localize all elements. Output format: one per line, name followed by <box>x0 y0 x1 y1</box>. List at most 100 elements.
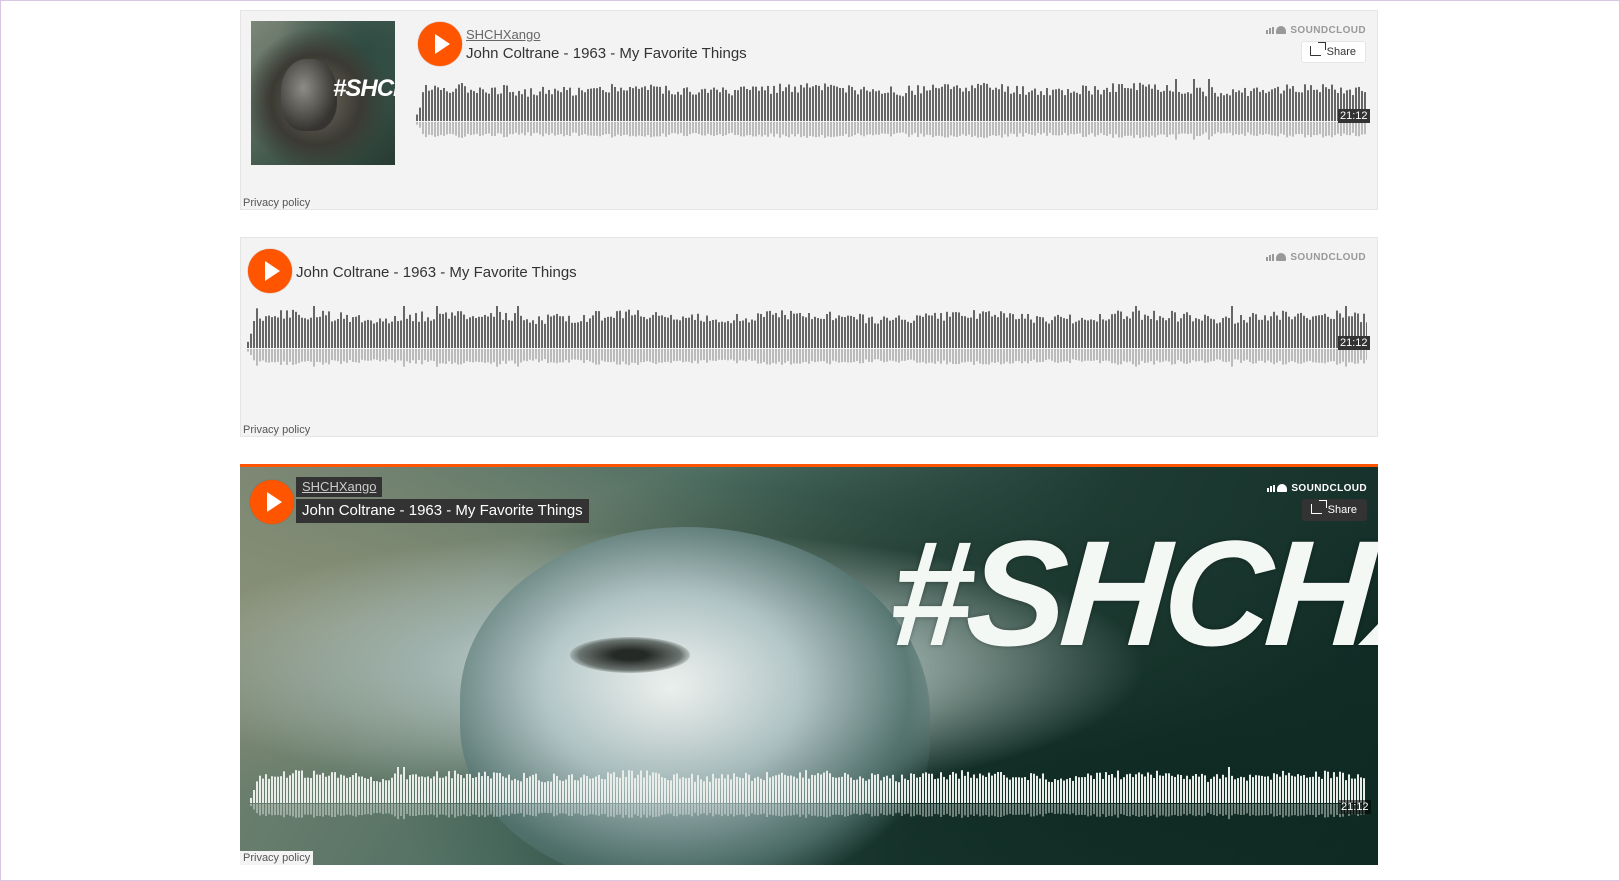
waveform-reflection-bar <box>1091 122 1093 134</box>
waveform-bar <box>661 777 663 803</box>
waveform-reflection-bar <box>1183 349 1185 364</box>
waveform-bar <box>1318 776 1320 803</box>
waveform-bar <box>928 773 930 803</box>
waveform-bar <box>736 776 738 803</box>
waveform-reflection-bar <box>1027 349 1029 364</box>
waveform-bar <box>785 87 787 121</box>
waveform-bar <box>773 85 775 121</box>
waveform-reflection-bar <box>682 349 684 363</box>
waveform-reflection-bar <box>1009 349 1011 364</box>
privacy-policy-link[interactable]: Privacy policy <box>243 197 310 209</box>
waveform-reflection-bar <box>265 349 267 363</box>
waveform-bar <box>494 87 496 121</box>
waveform-reflection-bar <box>490 349 492 364</box>
waveform-bar <box>514 778 516 803</box>
track-title[interactable]: John Coltrane - 1963 - My Favorite Thing… <box>296 264 577 281</box>
waveform-reflection-bar <box>509 122 511 135</box>
track-title[interactable]: John Coltrane - 1963 - My Favorite Thing… <box>296 499 589 523</box>
waveform-reflection-bar <box>1025 122 1027 133</box>
waveform-reflection-bar <box>1291 804 1293 816</box>
waveform-bar <box>643 777 645 803</box>
waveform-reflection-bar <box>259 349 261 362</box>
waveform-bar <box>605 92 607 121</box>
waveform-reflection-bar <box>998 122 1000 136</box>
waveform-reflection-bar <box>709 804 711 813</box>
waveform-reflection-bar <box>526 349 528 362</box>
share-button[interactable]: Share <box>1301 499 1367 521</box>
waveform-reflection-bar <box>1292 122 1294 137</box>
waveform-bar <box>655 312 657 348</box>
play-button[interactable] <box>250 480 294 524</box>
waveform[interactable] <box>416 75 1366 151</box>
waveform-bar <box>563 86 565 121</box>
artist-link[interactable]: SHCHXango <box>296 477 383 497</box>
waveform-reflection-bar <box>884 122 886 134</box>
waveform[interactable] <box>247 302 1367 378</box>
waveform-bar <box>733 320 735 348</box>
waveform-reflection-bar <box>1295 122 1297 135</box>
waveform-reflection-bar <box>1277 122 1279 137</box>
waveform-bar <box>421 311 423 348</box>
soundcloud-logo[interactable]: SOUNDCLOUD <box>1266 25 1366 36</box>
privacy-policy-link[interactable]: Privacy policy <box>240 851 314 865</box>
waveform-reflection-bar <box>767 122 769 137</box>
waveform-reflection-bar <box>929 122 931 135</box>
waveform-reflection-bar <box>826 349 828 364</box>
waveform-bar <box>454 770 456 803</box>
waveform-reflection-bar <box>532 349 534 361</box>
waveform-bar <box>1076 92 1078 121</box>
waveform-reflection-bar <box>1183 804 1185 815</box>
waveform-bar <box>586 321 588 348</box>
track-title[interactable]: John Coltrane - 1963 - My Favorite Thing… <box>466 45 747 62</box>
waveform-reflection-bar <box>488 122 490 134</box>
track-duration: 21:12 <box>1339 800 1371 814</box>
waveform-bar <box>1084 777 1086 803</box>
waveform-reflection-bar <box>848 122 850 137</box>
waveform[interactable] <box>250 763 1365 831</box>
share-button[interactable]: Share <box>1300 41 1366 63</box>
waveform-reflection-bar <box>439 349 441 364</box>
waveform-reflection-bar <box>1258 349 1260 361</box>
waveform-reflection-bar <box>527 122 529 133</box>
waveform-reflection-bar <box>683 122 685 136</box>
waveform-bar <box>748 774 750 803</box>
waveform-reflection-bar <box>499 804 501 817</box>
waveform-reflection-bar <box>886 349 888 362</box>
play-button[interactable] <box>418 22 462 66</box>
waveform-reflection-bar <box>949 349 951 363</box>
artist-link[interactable]: SHCHXango <box>466 27 540 42</box>
waveform-reflection-bar <box>298 804 300 818</box>
play-button[interactable] <box>248 249 292 293</box>
privacy-policy-link[interactable]: Privacy policy <box>243 424 310 436</box>
waveform-reflection-bar <box>853 804 855 814</box>
waveform-reflection-bar <box>860 122 862 136</box>
waveform-bar <box>709 781 711 803</box>
waveform-reflection-bar <box>533 122 535 134</box>
waveform-bar <box>1201 320 1203 348</box>
waveform-bar <box>682 316 684 348</box>
track-artwork[interactable]: #SHCHX <box>251 21 395 165</box>
waveform-reflection-bar <box>832 349 834 361</box>
waveform-reflection-bar <box>904 349 906 361</box>
waveform-bar <box>415 313 417 348</box>
soundcloud-logo[interactable]: SOUNDCLOUD <box>1267 483 1367 494</box>
waveform-reflection-bar <box>770 122 772 134</box>
waveform-bar <box>301 317 303 348</box>
waveform-reflection-bar <box>382 349 384 361</box>
waveform-bar <box>1046 88 1048 121</box>
waveform-bar <box>1165 320 1167 348</box>
waveform-bar <box>1045 321 1047 348</box>
waveform-bar <box>1090 775 1092 803</box>
waveform-reflection-bar <box>866 122 868 135</box>
waveform-reflection-bar <box>781 804 783 817</box>
waveform-bar <box>530 88 532 121</box>
waveform-reflection-bar <box>815 122 817 138</box>
waveform-reflection-bar <box>394 349 396 363</box>
waveform-bar <box>1067 89 1069 121</box>
soundcloud-logo[interactable]: SOUNDCLOUD <box>1266 252 1366 263</box>
waveform-bar <box>1003 775 1005 803</box>
waveform-bar <box>1168 318 1170 348</box>
waveform-reflection-bar <box>475 804 477 815</box>
waveform-bar <box>547 314 549 348</box>
waveform-bar <box>1273 311 1275 348</box>
